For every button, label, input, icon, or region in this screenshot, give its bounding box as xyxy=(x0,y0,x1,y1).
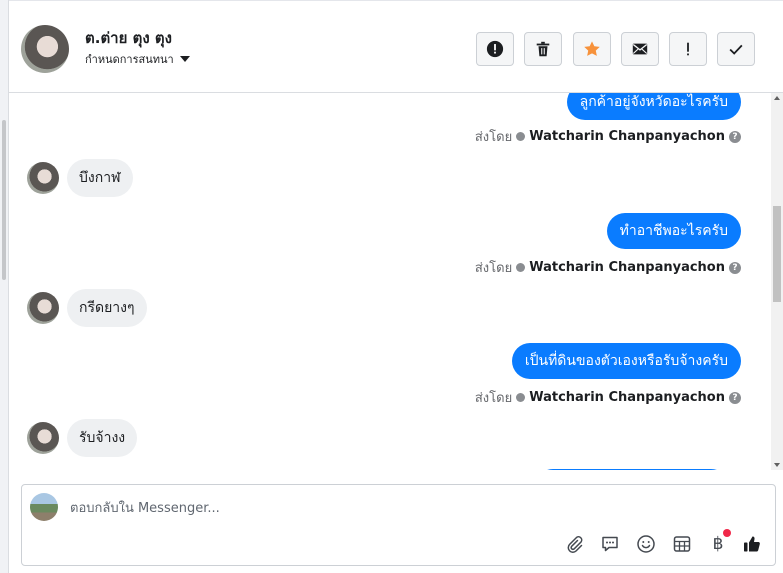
mark-done-button[interactable] xyxy=(717,32,755,66)
contact-avatar-small[interactable] xyxy=(27,422,59,454)
contact-avatar-small[interactable] xyxy=(27,292,59,324)
alert-circle-icon xyxy=(486,40,504,58)
conversation-header: ต.ต่าย ตุง ตุง กำหนดการสนทนา xyxy=(9,0,783,93)
saved-replies-button[interactable] xyxy=(598,532,622,556)
sender-name[interactable]: Watcharin Chanpanyachon xyxy=(529,390,725,405)
emoji-button[interactable] xyxy=(634,532,658,556)
check-icon xyxy=(729,44,743,55)
smiley-icon xyxy=(637,535,655,553)
message-thread[interactable]: ลูกค้าอยู่จังหวัดอะไรครับ ส่งโดย Watchar… xyxy=(9,93,771,470)
scroll-up-arrow-icon[interactable] xyxy=(774,96,780,100)
incoming-message-bubble[interactable]: บึงกาฬ xyxy=(67,159,133,197)
exclamation-icon xyxy=(687,42,689,56)
star-button[interactable] xyxy=(573,32,611,66)
outgoing-message-bubble[interactable]: ทำอาชีพอะไรครับ xyxy=(606,213,741,249)
message-sender-info: ส่งโดย Watcharin Chanpanyachon ? xyxy=(475,126,741,147)
message-sender-info: ส่งโดย Watcharin Chanpanyachon ? xyxy=(475,257,741,278)
contact-name[interactable]: ต.ต่าย ตุง ตุง xyxy=(85,26,172,50)
report-button[interactable] xyxy=(476,32,514,66)
scrollbar-thumb[interactable] xyxy=(773,206,781,302)
table-icon xyxy=(673,536,691,552)
contact-avatar[interactable] xyxy=(21,25,69,73)
paperclip-icon xyxy=(567,536,583,553)
left-panel-edge xyxy=(0,0,9,573)
help-icon[interactable]: ? xyxy=(729,391,741,404)
incoming-message-row: รับจ้างง xyxy=(27,419,138,457)
envelope-icon xyxy=(632,43,648,55)
verified-icon xyxy=(516,393,526,402)
page-avatar xyxy=(30,493,58,521)
outgoing-message-bubble[interactable]: ลูกค้าอยู่จังหวัดอะไรครับ xyxy=(566,93,741,120)
incoming-message-row: บึงกาฬ xyxy=(27,159,133,197)
conversation-schedule-dropdown[interactable]: กำหนดการสนทนา xyxy=(85,50,190,68)
sender-name[interactable]: Watcharin Chanpanyachon xyxy=(529,129,725,144)
sent-by-label: ส่งโดย xyxy=(474,130,513,145)
notification-dot xyxy=(723,529,731,537)
appointment-button[interactable] xyxy=(670,532,694,556)
trash-icon xyxy=(536,41,550,57)
outgoing-message-bubble[interactable]: เป็นที่ดินของตัวเองหรือรับจ้างครับ xyxy=(511,343,741,379)
star-icon xyxy=(584,41,600,56)
baht-icon: ฿ xyxy=(712,534,724,554)
outgoing-message-bubble-partial[interactable] xyxy=(535,469,729,470)
incoming-message-bubble[interactable]: รับจ้างง xyxy=(67,419,138,457)
mark-unread-button[interactable] xyxy=(621,32,659,66)
attach-file-button[interactable] xyxy=(562,532,586,556)
thumbs-up-icon xyxy=(744,536,760,552)
reply-composer: ฿ xyxy=(21,484,776,566)
delete-button[interactable] xyxy=(524,32,562,66)
flag-button[interactable] xyxy=(669,32,707,66)
incoming-message-bubble[interactable]: กรีดยางๆ xyxy=(67,289,147,327)
sent-by-label: ส่งโดย xyxy=(474,261,513,276)
speech-bubble-icon xyxy=(602,536,618,552)
reply-input[interactable] xyxy=(70,497,670,519)
verified-icon xyxy=(516,263,526,272)
sent-by-label: ส่งโดย xyxy=(474,391,513,406)
conversation-schedule-label: กำหนดการสนทนา xyxy=(85,53,174,66)
incoming-message-row: กรีดยางๆ xyxy=(27,289,147,327)
contact-avatar-small[interactable] xyxy=(27,162,59,194)
sender-name[interactable]: Watcharin Chanpanyachon xyxy=(529,260,725,275)
verified-icon xyxy=(516,132,526,141)
like-button[interactable] xyxy=(740,532,764,556)
scroll-down-arrow-icon[interactable] xyxy=(774,463,780,467)
help-icon[interactable]: ? xyxy=(729,261,741,274)
chevron-down-icon xyxy=(179,56,190,62)
left-panel-scrollbar[interactable] xyxy=(2,120,6,280)
message-sender-info: ส่งโดย Watcharin Chanpanyachon ? xyxy=(475,387,741,408)
help-icon[interactable]: ? xyxy=(729,130,741,143)
thread-scrollbar[interactable] xyxy=(771,93,783,470)
